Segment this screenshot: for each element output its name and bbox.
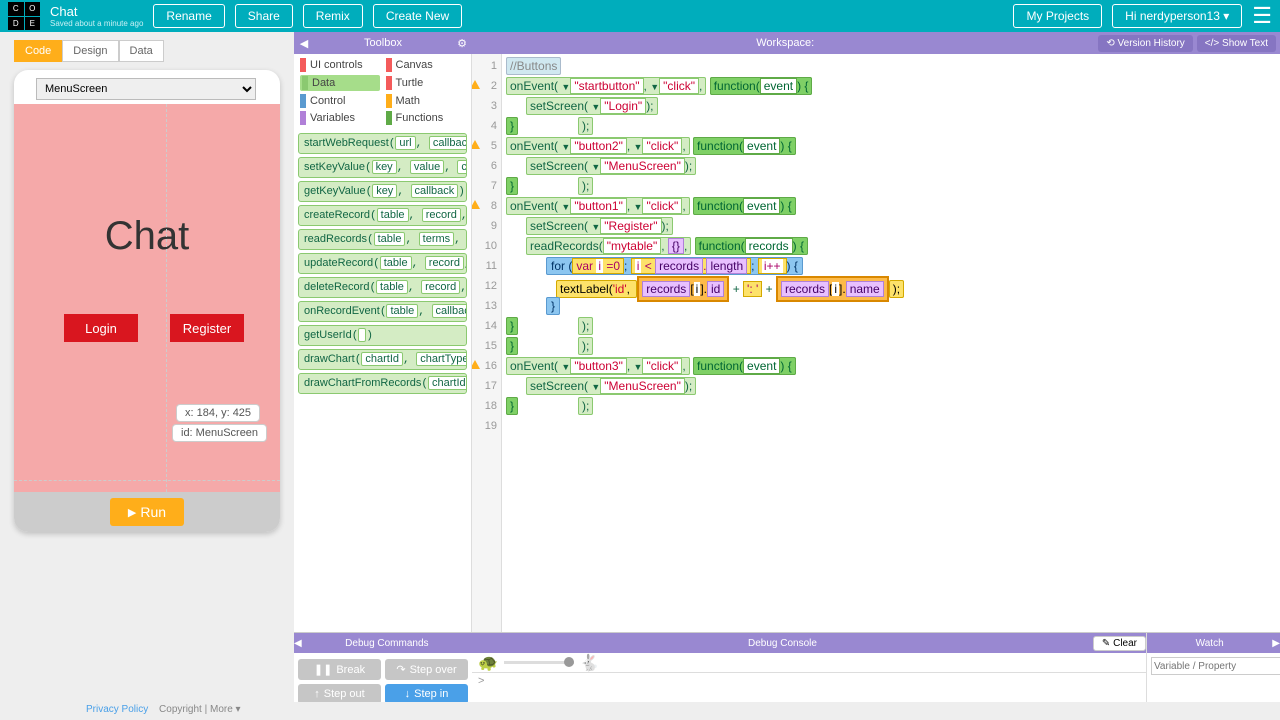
top-bar: CODE Chat Saved about a minute ago Renam… <box>0 0 1280 32</box>
saved-status: Saved about a minute ago <box>50 19 143 28</box>
speed-slider[interactable] <box>504 661 574 664</box>
rabbit-icon: 🐇 <box>580 653 600 673</box>
run-button[interactable]: Run <box>110 498 184 526</box>
console-prompt[interactable]: > <box>472 673 1146 689</box>
phone-preview: MenuScreen Chat Login Register x: 184, y… <box>14 70 280 532</box>
workspace-header: Workspace: ⟲ Version History </> Show Te… <box>472 32 1280 54</box>
clear-button[interactable]: ✎ Clear <box>1093 636 1146 651</box>
watch-input[interactable] <box>1151 657 1280 675</box>
stepin-button[interactable]: ↓ Step in <box>385 684 468 704</box>
stepout-button[interactable]: ↑ Step out <box>298 684 381 704</box>
app-title-label: Chat <box>14 214 280 259</box>
tab-data[interactable]: Data <box>119 40 164 62</box>
screen-selector[interactable]: MenuScreen <box>36 78 256 100</box>
gear-icon[interactable]: ⚙ <box>452 37 472 50</box>
more-link[interactable]: More ▾ <box>210 704 241 715</box>
register-button[interactable]: Register <box>170 314 244 342</box>
project-title: Chat <box>50 4 143 19</box>
turtle-icon: 🐢 <box>478 653 498 673</box>
share-button[interactable]: Share <box>235 4 293 28</box>
category-variables[interactable]: Variables <box>300 111 380 125</box>
toolbox-header: ◀ Toolbox ⚙ <box>294 32 472 54</box>
toolbox-collapse-icon[interactable]: ◀ <box>294 37 314 50</box>
login-button[interactable]: Login <box>64 314 138 342</box>
category-functions[interactable]: Functions <box>386 111 466 125</box>
my-projects-button[interactable]: My Projects <box>1013 4 1102 28</box>
category-math[interactable]: Math <box>386 94 466 108</box>
debug-panel: ◀Debug Commands ❚❚ Break ↷ Step over ↑ S… <box>294 632 1280 708</box>
block[interactable]: getKeyValue(key, callback) <box>298 181 467 202</box>
category-control[interactable]: Control <box>300 94 380 108</box>
tab-design[interactable]: Design <box>62 40 118 62</box>
privacy-link[interactable]: Privacy Policy <box>86 704 148 715</box>
rename-button[interactable]: Rename <box>153 4 224 28</box>
block[interactable]: startWebRequest(url, callback) <box>298 133 467 154</box>
guide-horizontal <box>14 480 280 481</box>
block[interactable]: deleteRecord(table, record, ...) <box>298 277 467 298</box>
block[interactable]: getUserId() <box>298 325 467 346</box>
category-ui-controls[interactable]: UI controls <box>300 58 380 72</box>
create-new-button[interactable]: Create New <box>373 4 462 28</box>
break-button[interactable]: ❚❚ Break <box>298 659 381 680</box>
guide-vertical <box>166 104 167 492</box>
debug-collapse-icon[interactable]: ◀ <box>294 638 302 649</box>
watch-expand-icon[interactable]: ▶ <box>1272 638 1280 649</box>
block[interactable]: drawChart(chartId, chartType, ...) <box>298 349 467 370</box>
footer: Privacy Policy Copyright | More ▾ <box>0 702 1280 720</box>
mode-tabs: Code Design Data <box>14 40 294 62</box>
block[interactable]: setKeyValue(key, value, call...) <box>298 157 467 178</box>
block[interactable]: drawChartFromRecords(chartId, ...) <box>298 373 467 394</box>
block[interactable]: updateRecord(table, record, ...) <box>298 253 467 274</box>
left-column: Code Design Data MenuScreen Chat Login R… <box>0 32 294 708</box>
version-history-button[interactable]: ⟲ Version History <box>1098 35 1192 52</box>
stepover-button[interactable]: ↷ Step over <box>385 659 468 680</box>
coord-tooltip: x: 184, y: 425 <box>176 404 260 422</box>
id-tooltip: id: MenuScreen <box>172 424 267 442</box>
toolbox: UI controls Canvas Data Turtle Control Math Va… <box>294 54 472 632</box>
category-data[interactable]: Data <box>300 75 380 91</box>
category-canvas[interactable]: Canvas <box>386 58 466 72</box>
block[interactable]: readRecords(table, terms, ca...) <box>298 229 467 250</box>
code-editor[interactable]: 12345678910111213141516171819 //Buttonso… <box>472 54 1280 632</box>
right-column: ◀ Toolbox ⚙ Workspace: ⟲ Version History… <box>294 32 1280 708</box>
tab-code[interactable]: Code <box>14 40 62 62</box>
user-menu[interactable]: Hi nerdyperson13 ▾ <box>1112 4 1242 28</box>
show-text-button[interactable]: </> Show Text <box>1197 35 1276 52</box>
logo: CODE <box>8 2 40 30</box>
block[interactable]: createRecord(table, record, ...) <box>298 205 467 226</box>
remix-button[interactable]: Remix <box>303 4 363 28</box>
category-turtle[interactable]: Turtle <box>386 75 466 91</box>
block[interactable]: onRecordEvent(table, callback) <box>298 301 467 322</box>
hamburger-icon[interactable]: ☰ <box>1252 3 1272 29</box>
project-title-block: Chat Saved about a minute ago <box>50 4 143 28</box>
